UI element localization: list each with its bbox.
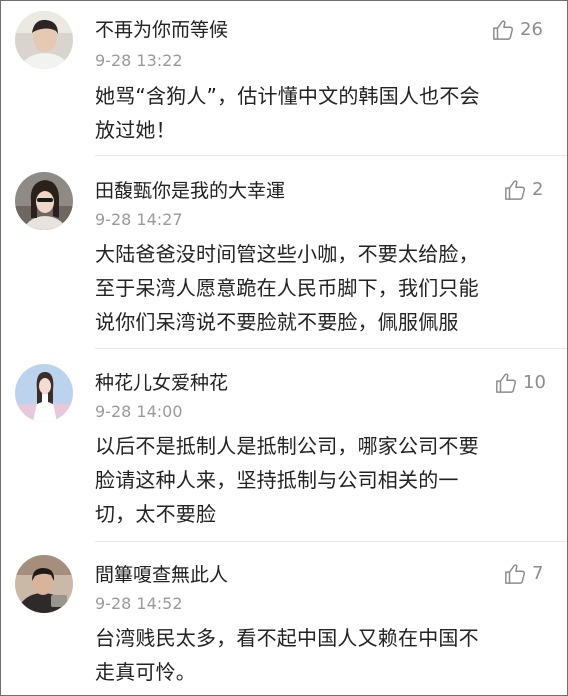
avatar[interactable] — [15, 555, 73, 613]
like-count: 10 — [523, 372, 546, 393]
comment-text: 她骂“含狗人”，估计懂中文的韩国人也不会 放过她！ — [95, 79, 541, 147]
comment-username[interactable]: 田馥甄你是我的大幸運 — [95, 179, 285, 203]
comment-time: 9-28 14:27 — [95, 210, 183, 229]
user-avatar-image — [15, 364, 73, 422]
comment-text: 以后不是抵制人是抵制公司，哪家公司不要 脸请这种人来，坚持抵制与公司相关的一 切… — [95, 429, 541, 531]
like-button[interactable]: 2 — [504, 177, 543, 203]
thumbs-up-icon — [496, 373, 516, 393]
avatar[interactable] — [15, 172, 73, 230]
comment-item: 不再为你而等候 26 9-28 13:22 她骂“含狗人”，估计懂中文的韩国人也… — [1, 1, 567, 157]
like-count: 7 — [532, 563, 544, 584]
avatar[interactable] — [15, 364, 73, 422]
like-count: 2 — [532, 179, 544, 200]
comment-text-line: 说你们呆湾说不要脸就不要脸，佩服佩服 — [95, 310, 459, 334]
user-avatar-image — [15, 172, 73, 230]
comment-text-line: 切，太不要脸 — [95, 502, 217, 526]
comment-text-line: 至于呆湾人愿意跪在人民币脚下，我们只能 — [95, 276, 479, 300]
comment-text-line: 脸请这种人来，坚持抵制与公司相关的一 — [95, 468, 459, 492]
avatar[interactable] — [15, 11, 73, 69]
comment-username[interactable]: 間篳嗄查無此人 — [95, 563, 228, 587]
comment-text-line: 以后不是抵制人是抵制公司，哪家公司不要 — [95, 434, 479, 458]
like-button[interactable]: 7 — [504, 561, 543, 587]
comment-username[interactable]: 不再为你而等候 — [95, 18, 228, 42]
thumbs-up-icon — [505, 180, 525, 200]
comment-text: 大陆爸爸没时间管这些小咖，不要太给脸， 至于呆湾人愿意跪在人民币脚下，我们只能 … — [95, 237, 541, 339]
comment-text: 台湾贱民太多，看不起中国人又赖在中国不 走真可怜。 — [95, 621, 541, 689]
thumbs-up-icon — [505, 564, 525, 584]
comment-text-line: 放过她！ — [95, 118, 176, 142]
comment-list: 不再为你而等候 26 9-28 13:22 她骂“含狗人”，估计懂中文的韩国人也… — [0, 0, 568, 696]
comment-text-line: 大陆爸爸没时间管这些小咖，不要太给脸， — [95, 242, 479, 266]
comment-item: 田馥甄你是我的大幸運 2 9-28 14:27 大陆爸爸没时间管这些小咖，不要太… — [1, 156, 567, 349]
comment-time: 9-28 14:00 — [95, 402, 183, 421]
like-count: 26 — [520, 19, 543, 40]
comment-time: 9-28 13:22 — [95, 51, 183, 70]
like-button[interactable]: 26 — [492, 17, 543, 43]
like-button[interactable]: 10 — [495, 370, 546, 396]
comment-username[interactable]: 种花儿女爱种花 — [95, 371, 228, 395]
thumbs-up-icon — [493, 20, 513, 40]
comment-text-line: 台湾贱民太多，看不起中国人又赖在中国不 — [95, 626, 479, 650]
comment-item: 种花儿女爱种花 10 9-28 14:00 以后不是抵制人是抵制公司，哪家公司不… — [1, 349, 567, 542]
user-avatar-image — [15, 11, 73, 69]
comment-time: 9-28 14:52 — [95, 594, 183, 613]
comment-text-line: 走真可怜。 — [95, 660, 196, 684]
user-avatar-image — [15, 555, 73, 613]
comment-text-line: 她骂“含狗人”，估计懂中文的韩国人也不会 — [95, 84, 480, 108]
comment-item: 間篳嗄查無此人 7 9-28 14:52 台湾贱民太多，看不起中国人又赖在中国不… — [1, 542, 567, 695]
